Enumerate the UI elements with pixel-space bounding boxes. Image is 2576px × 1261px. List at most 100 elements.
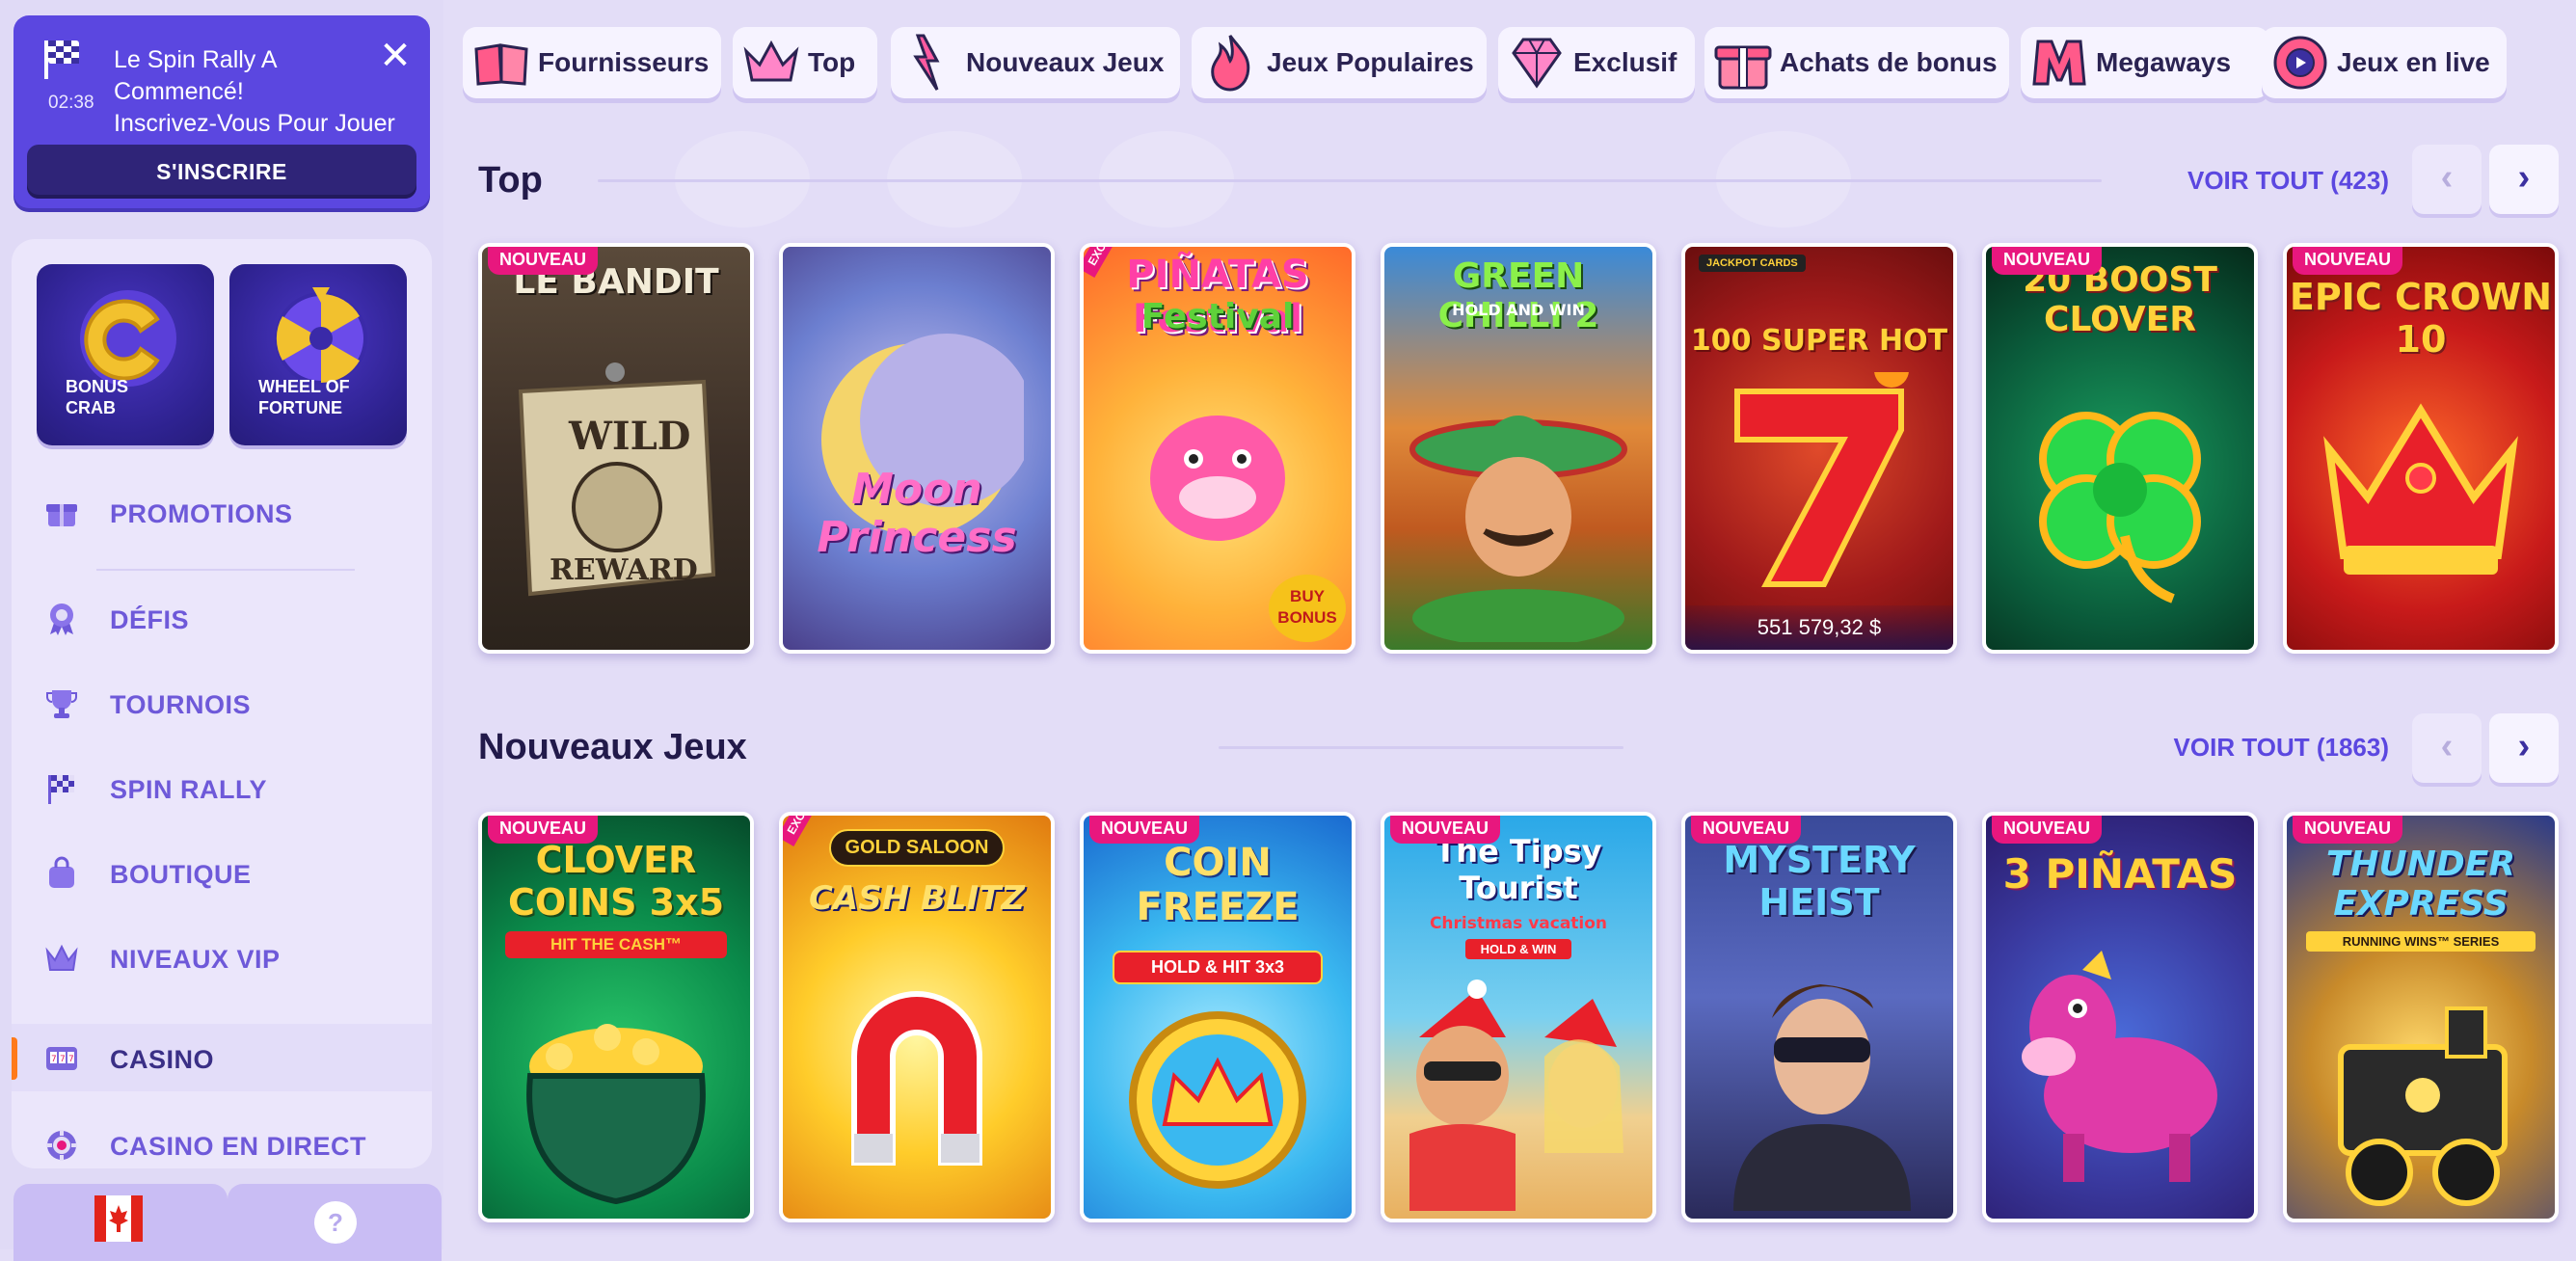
- promo-timer: 02:38: [48, 93, 94, 113]
- signup-button[interactable]: S'INSCRIRE: [27, 145, 416, 199]
- nav-item-defis[interactable]: DÉFIS: [12, 584, 432, 652]
- svg-text:7: 7: [51, 1055, 57, 1064]
- nav-label: CASINO: [110, 1045, 215, 1074]
- nav-item-tournois[interactable]: TOURNOIS: [12, 669, 432, 737]
- new-badge: NOUVEAU: [1390, 816, 1501, 844]
- nav-item-spin-rally[interactable]: SPIN RALLY: [12, 754, 432, 821]
- tile-label-line2: CRAB: [66, 398, 116, 417]
- game-title: EPIC CROWN 10: [2289, 276, 2553, 361]
- game-title: MYSTERY HEIST: [1723, 839, 1916, 924]
- game-tag: HOLD & WIN: [1465, 939, 1571, 959]
- section-title-nouveaux-jeux: Nouveaux Jeux: [478, 727, 747, 767]
- canada-flag-icon: [94, 1195, 143, 1242]
- crown-icon: [45, 944, 78, 971]
- game-card-coin-freeze[interactable]: COIN FREEZE HOLD & HIT 3x3 NOUVEAU: [1080, 812, 1355, 1222]
- category-nouveaux-jeux[interactable]: Nouveaux Jeux: [891, 27, 1180, 98]
- game-title: CLOVER COINS 3x5: [507, 839, 725, 924]
- nav-label: BOUTIQUE: [110, 860, 252, 889]
- nav-item-casino-en-direct[interactable]: CASINO EN DIRECT: [12, 1111, 432, 1178]
- gift-icon: [1714, 45, 1772, 90]
- next-arrow-icon[interactable]: ›: [2489, 145, 2559, 214]
- prev-arrow-icon[interactable]: ‹: [2412, 145, 2482, 214]
- buy-bonus-badge: BUY BONUS: [1269, 575, 1346, 642]
- tourists-icon: [1409, 979, 1623, 1211]
- game-card-3-pinatas[interactable]: 3 PIÑATAS NOUVEAU: [1982, 812, 2258, 1222]
- seven-symbol-icon: [1734, 372, 1909, 587]
- new-badge: NOUVEAU: [1691, 816, 1802, 844]
- voir-tout-top-link[interactable]: VOIR TOUT (423): [2100, 166, 2389, 196]
- gold-saloon-logo: GOLD SALOON: [829, 829, 1005, 867]
- promo-line-3: Inscrivez-Vous Pour Jouer: [114, 110, 395, 137]
- nav-label: TOURNOIS: [110, 690, 252, 719]
- new-badge: NOUVEAU: [1992, 816, 2103, 844]
- jackpot-amount: 551 579,32 $: [1685, 605, 1953, 650]
- category-label: Nouveaux Jeux: [966, 47, 1165, 77]
- tile-label-line1: WHEEL OF: [258, 377, 350, 396]
- lightning-icon: [913, 34, 940, 91]
- game-title: COIN FREEZE: [1136, 841, 1300, 929]
- diamond-icon: [1512, 38, 1562, 89]
- nav-divider: [96, 569, 355, 571]
- nav-item-niveaux-vip[interactable]: NIVEAUX VIP: [12, 924, 432, 991]
- section-title-top: Top: [478, 160, 543, 201]
- game-card-thunder-express[interactable]: THUNDER EXPRESS RUNNING WINS™ SERIES NOU…: [2283, 812, 2559, 1222]
- game-subtitle: Festival: [1140, 297, 1295, 336]
- pinata-pig-icon: [1150, 416, 1285, 541]
- game-card-clover-coins[interactable]: CLOVER COINS 3x5 HIT THE CASH™ NOUVEAU: [478, 812, 754, 1222]
- game-title: The Tipsy Tourist: [1435, 833, 1602, 906]
- game-card-mystery-heist[interactable]: MYSTERY HEIST NOUVEAU: [1681, 812, 1957, 1222]
- game-card-20-boost-clover[interactable]: 20 BOOST CLOVER NOUVEAU: [1982, 243, 2258, 654]
- sidebar: 02:38 Le Spin Rally A Commencé! Inscrive…: [0, 0, 443, 1261]
- game-title: GREEN CHILLI 2: [1437, 256, 1599, 335]
- category-achats-de-bonus[interactable]: Achats de bonus: [1704, 27, 2009, 98]
- next-arrow-icon[interactable]: ›: [2489, 713, 2559, 783]
- nav-item-promotions[interactable]: PROMOTIONS: [12, 478, 432, 546]
- promo-line-1: Le Spin Rally A: [114, 46, 278, 73]
- bonus-crab-tile[interactable]: BONUS CRAB: [37, 264, 214, 445]
- nav-item-boutique[interactable]: BOUTIQUE: [12, 839, 432, 906]
- game-card-green-chilli-2[interactable]: GREEN CHILLI 2 HOLD AND WIN: [1381, 243, 1656, 654]
- nav-label: DÉFIS: [110, 605, 190, 634]
- game-card-epic-crown-10[interactable]: EPIC CROWN 10 NOUVEAU: [2283, 243, 2559, 654]
- pinata-horse-icon: [2022, 951, 2217, 1182]
- game-subtitle: HOLD AND WIN: [1452, 301, 1585, 319]
- category-jeux-populaires[interactable]: Jeux Populaires: [1192, 27, 1487, 98]
- voir-tout-nouveaux-link[interactable]: VOIR TOUT (1863): [2100, 733, 2389, 763]
- game-card-cash-blitz[interactable]: GOLD SALOON CASH BLITZ EXCLUSIVE: [779, 812, 1055, 1222]
- prev-arrow-icon[interactable]: ‹: [2412, 713, 2482, 783]
- nav-label: SPIN RALLY: [110, 775, 268, 804]
- checkered-flag-icon: [48, 775, 74, 804]
- wheel-of-fortune-tile[interactable]: WHEEL OF FORTUNE: [229, 264, 407, 445]
- svg-text:7: 7: [60, 1055, 66, 1064]
- help-button[interactable]: ?: [228, 1184, 442, 1261]
- new-badge: NOUVEAU: [488, 247, 599, 275]
- game-title-line2: Princess: [817, 513, 1017, 562]
- game-title: 3 PIÑATAS: [2002, 850, 2238, 898]
- category-label: Fournisseurs: [538, 47, 710, 77]
- section-divider: [598, 179, 2102, 182]
- game-card-moon-princess[interactable]: Moon Princess: [779, 243, 1055, 654]
- category-exclusif[interactable]: Exclusif: [1498, 27, 1695, 98]
- help-icon: ?: [314, 1201, 357, 1244]
- section-divider: [1219, 746, 1623, 749]
- pot-of-gold-icon: [526, 1024, 706, 1205]
- sombrero-man-icon: [1409, 416, 1627, 642]
- game-title: THUNDER EXPRESS: [2325, 845, 2516, 924]
- game-card-100-super-hot[interactable]: JACKPOT CARDS 100 SUPER HOT 551 579,32 $: [1681, 243, 1957, 654]
- close-icon[interactable]: ✕: [376, 37, 415, 75]
- category-megaways[interactable]: Megaways: [2021, 27, 2269, 98]
- category-fournisseurs[interactable]: Fournisseurs: [463, 27, 721, 98]
- category-jeux-en-live[interactable]: Jeux en live: [2262, 27, 2507, 98]
- train-icon: [2338, 1006, 2508, 1206]
- sidebar-nav-panel: BONUS CRAB WHEEL OF FORTUNE PROMOTIONS D…: [12, 239, 432, 1168]
- game-card-le-bandit[interactable]: LE BANDIT WILD REWARD NOUVEAU: [478, 243, 754, 654]
- live-chip-icon: [46, 1130, 77, 1161]
- nav-item-casino[interactable]: 777 CASINO: [12, 1024, 432, 1091]
- game-card-tipsy-tourist[interactable]: The Tipsy Tourist Christmas vacation HOL…: [1381, 812, 1656, 1222]
- m-icon: [2032, 40, 2086, 86]
- category-label: Achats de bonus: [1780, 47, 1998, 77]
- language-selector[interactable]: [13, 1184, 228, 1261]
- category-top[interactable]: Top: [733, 27, 877, 98]
- jackpot-cards-logo: JACKPOT CARDS: [1699, 255, 1806, 272]
- game-card-pinatas-festival[interactable]: PIÑATAS Festival Festival BUY BONUS EXCL…: [1080, 243, 1355, 654]
